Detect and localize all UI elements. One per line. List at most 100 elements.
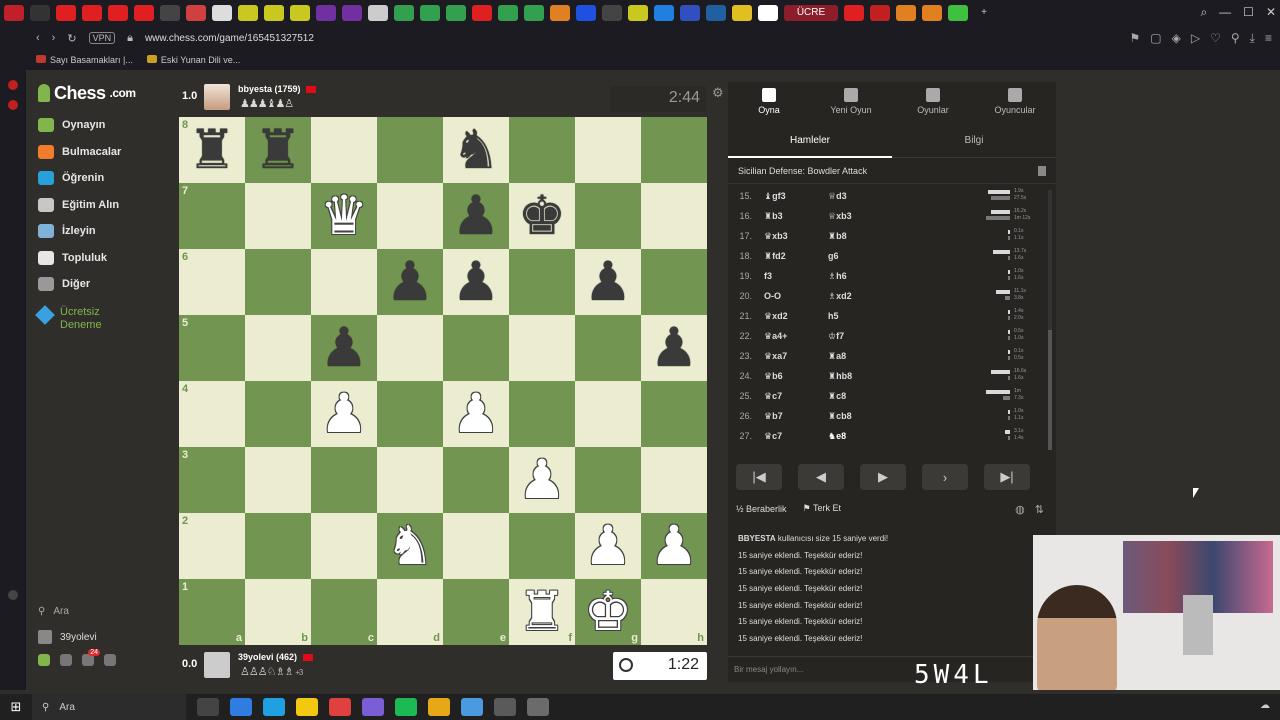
white-rook-piece[interactable]: ♜ [518,579,566,645]
tab-icon[interactable] [654,5,674,21]
document-tab-icon[interactable] [160,5,180,21]
tab-icon[interactable] [706,5,726,21]
square-g6[interactable]: ♟ [575,249,641,315]
bookmark-item[interactable]: Eski Yunan Dili ve... [146,55,240,65]
reload-icon[interactable]: ↻ [67,32,76,45]
white-pawn-piece[interactable]: ♟ [650,513,698,579]
square-a7[interactable]: 7 [179,183,245,249]
white-move[interactable]: ♛c7 [764,431,828,442]
square-e6[interactable]: ♟ [443,249,509,315]
youtube-tab-icon[interactable] [82,5,102,21]
tab-icon[interactable] [368,5,388,21]
player-icon[interactable]: ▷ [1191,31,1200,46]
black-pawn-piece[interactable]: ♟ [452,249,500,315]
sidebar-profile[interactable]: 39yolevi [28,624,156,650]
black-move[interactable]: ♜c8 [828,391,908,402]
tab-icon[interactable] [758,5,778,21]
heart-icon[interactable]: ♡ [1210,31,1221,46]
black-rook-piece[interactable]: ♜ [188,117,236,183]
tab-icon[interactable] [524,5,544,21]
square-f8[interactable] [509,117,575,183]
black-pawn-piece[interactable]: ♟ [584,249,632,315]
square-f5[interactable] [509,315,575,381]
board-settings-icon[interactable]: ⚙ [712,85,724,101]
square-e5[interactable] [443,315,509,381]
square-d6[interactable]: ♟ [377,249,443,315]
square-b7[interactable] [245,183,311,249]
sidebar-item[interactable]: Eğitim Alın [28,192,156,219]
white-pawn-piece[interactable]: ♟ [518,447,566,513]
square-b1[interactable]: b [245,579,311,645]
square-e1[interactable]: e [443,579,509,645]
black-pawn-piece[interactable]: ♟ [452,183,500,249]
chess-logo[interactable]: Chess .com [38,78,156,108]
sidebar-item[interactable]: Öğrenin [28,165,156,192]
tab-icon[interactable] [680,5,700,21]
taskbar-app-icon[interactable] [461,698,483,716]
white-move[interactable]: ♜b3 [764,211,828,222]
black-move[interactable]: ♕d3 [828,191,908,202]
square-b4[interactable] [245,381,311,447]
square-b6[interactable] [245,249,311,315]
square-d5[interactable] [377,315,443,381]
bell-icon[interactable]: 24 [82,649,100,666]
square-d2[interactable]: ♞ [377,513,443,579]
youtube-tab-icon[interactable] [108,5,128,21]
sidebar-search[interactable]: ⚲ Ara [28,598,156,624]
taskbar-app-icon[interactable] [296,698,318,716]
white-knight-piece[interactable]: ♞ [386,513,434,579]
white-pawn-piece[interactable]: ♟ [320,381,368,447]
friends-icon[interactable] [38,654,50,666]
tab-icon[interactable] [342,5,362,21]
tab-players[interactable]: Oyuncular [974,82,1056,124]
windows-start-icon[interactable]: ⊞ [0,699,32,715]
url-field[interactable]: www.chess.com/game/165451327512 [145,33,314,44]
square-g8[interactable] [575,117,641,183]
tab-icon[interactable] [420,5,440,21]
new-tab-icon[interactable]: + [974,5,994,21]
square-g1[interactable]: g ♚ [575,579,641,645]
black-pawn-piece[interactable]: ♟ [650,315,698,381]
square-h2[interactable]: ♟ [641,513,707,579]
square-e4[interactable]: ♟ [443,381,509,447]
avatar[interactable] [204,652,230,678]
taskbar-app-icon[interactable] [230,698,252,716]
square-a3[interactable]: 3 [179,447,245,513]
square-h5[interactable]: ♟ [641,315,707,381]
tab-icon[interactable] [186,5,206,21]
taskbar-app-icon[interactable] [329,698,351,716]
sidebar-app-icon[interactable] [8,590,18,600]
wallet-icon[interactable]: ⚲ [1231,31,1240,46]
sidebar-item[interactable]: Bulmacalar [28,139,156,166]
black-move[interactable]: ♕xb3 [828,211,908,222]
tab-icon[interactable] [844,5,864,21]
tab-play[interactable]: Oyna [728,82,810,124]
black-pawn-piece[interactable]: ♟ [320,315,368,381]
tab-icon[interactable] [922,5,942,21]
avatar[interactable] [204,84,230,110]
black-rook-piece[interactable]: ♜ [254,117,302,183]
vpn-badge[interactable]: VPN [88,32,116,44]
trash-icon[interactable] [1038,166,1046,176]
sidebar-item[interactable]: Topluluk [28,245,156,272]
forward-button[interactable]: › [922,464,968,490]
chat-input[interactable]: Bir mesaj yollayın... [728,656,1056,682]
opera-icon[interactable] [4,5,24,21]
sidebar-app-icon[interactable] [8,80,18,90]
square-f6[interactable] [509,249,575,315]
black-move[interactable]: ♜hb8 [828,371,908,382]
next-move-button[interactable]: ▶ [860,464,906,490]
forward-icon[interactable]: › [52,32,56,44]
square-b2[interactable] [245,513,311,579]
sidebar-item[interactable]: İzleyin [28,218,156,245]
player-name[interactable]: 39yolevi (462) [238,652,316,662]
square-g3[interactable] [575,447,641,513]
scrollbar-thumb[interactable] [1048,330,1052,450]
youtube-tab-icon[interactable] [134,5,154,21]
square-h1[interactable]: h [641,579,707,645]
maximize-icon[interactable]: ☐ [1243,5,1254,20]
square-g7[interactable] [575,183,641,249]
black-knight-piece[interactable]: ♞ [452,117,500,183]
square-h6[interactable] [641,249,707,315]
black-move[interactable]: ♞e8 [828,431,908,442]
